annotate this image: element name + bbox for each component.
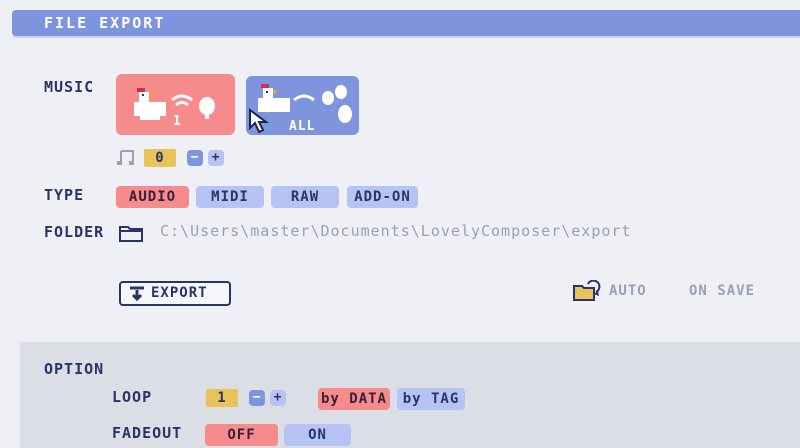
export-button[interactable]: EXPORT: [119, 281, 231, 306]
fadeout-option-off[interactable]: OFF: [205, 424, 278, 446]
music-tile-single[interactable]: 1: [116, 74, 235, 135]
type-option-add-on[interactable]: ADD-ON: [347, 186, 418, 208]
loop-increment-button[interactable]: +: [270, 390, 286, 406]
music-tile-all-caption: ALL: [289, 119, 316, 134]
music-tile-all[interactable]: ALL: [246, 76, 359, 135]
track-number: 0: [144, 149, 176, 167]
auto-label[interactable]: AUTO: [609, 283, 647, 299]
music-label: MUSIC: [44, 78, 95, 96]
type-option-audio[interactable]: AUDIO: [116, 186, 189, 208]
export-arrow-icon: [130, 286, 144, 302]
fadeout-option-on[interactable]: ON: [284, 424, 351, 446]
option-title: OPTION: [44, 360, 105, 378]
track-increment-button[interactable]: +: [208, 150, 224, 166]
folder-label: FOLDER: [44, 223, 105, 241]
cursor-arrow-icon: [249, 108, 269, 134]
music-tile-single-caption: 1: [173, 114, 182, 129]
window-title: FILE EXPORT: [44, 14, 166, 32]
on-save-label[interactable]: ON SAVE: [689, 283, 755, 299]
folder-path[interactable]: C:\Users\master\Documents\LovelyComposer…: [160, 222, 631, 240]
export-button-label: EXPORT: [151, 285, 208, 301]
type-option-raw[interactable]: RAW: [271, 186, 339, 208]
option-panel: OPTION LOOP 1 − + by DATA by TAG FADEOUT…: [20, 342, 800, 448]
auto-save-icon[interactable]: [572, 280, 602, 302]
music-note-icon: [117, 150, 134, 165]
loop-mode-by-data[interactable]: by DATA: [318, 388, 390, 410]
loop-decrement-button[interactable]: −: [249, 390, 265, 406]
fadeout-label: FADEOUT: [112, 424, 183, 442]
loop-number: 1: [206, 389, 238, 407]
type-label: TYPE: [44, 186, 85, 204]
title-bar: FILE EXPORT: [12, 10, 800, 36]
track-decrement-button[interactable]: −: [187, 150, 203, 166]
loop-mode-by-tag[interactable]: by TAG: [397, 388, 465, 410]
folder-icon[interactable]: [118, 223, 144, 243]
type-option-midi[interactable]: MIDI: [196, 186, 264, 208]
loop-label: LOOP: [112, 388, 153, 406]
